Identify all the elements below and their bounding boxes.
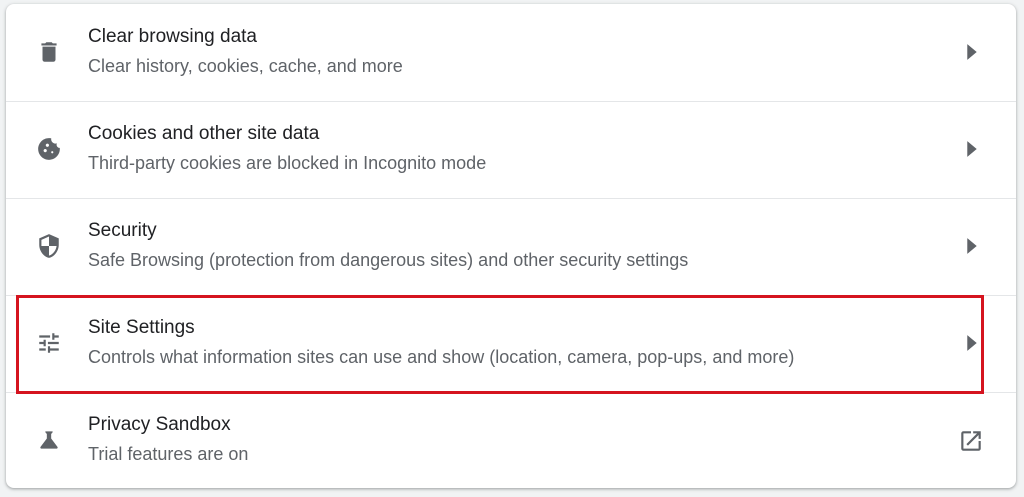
divider — [6, 101, 1016, 102]
row-title: Cookies and other site data — [88, 123, 320, 144]
privacy-sandbox-row[interactable]: Privacy Sandbox Trial features are on — [6, 392, 1016, 488]
cookies-and-site-data-row[interactable]: Cookies and other site data Third-party … — [6, 101, 1016, 198]
chevron-right-icon — [964, 41, 980, 63]
privacy-settings-card: Clear browsing data Clear history, cooki… — [6, 4, 1016, 488]
row-subtitle: Trial features are on — [88, 444, 249, 464]
divider — [6, 295, 1016, 296]
row-subtitle: Safe Browsing (protection from dangerous… — [88, 250, 689, 270]
row-title: Clear browsing data — [88, 26, 257, 47]
cookie-icon — [36, 136, 62, 162]
trash-icon — [36, 39, 62, 65]
divider — [6, 392, 1016, 393]
clear-browsing-data-row[interactable]: Clear browsing data Clear history, cooki… — [6, 4, 1016, 101]
site-settings-row[interactable]: Site Settings Controls what information … — [6, 295, 1016, 392]
row-title: Privacy Sandbox — [88, 414, 231, 435]
row-title: Site Settings — [88, 317, 195, 338]
tune-sliders-icon — [36, 330, 62, 356]
row-subtitle: Third-party cookies are blocked in Incog… — [88, 153, 487, 173]
security-row[interactable]: Security Safe Browsing (protection from … — [6, 198, 1016, 295]
chevron-right-icon — [964, 235, 980, 257]
row-subtitle: Controls what information sites can use … — [88, 347, 795, 367]
divider — [6, 198, 1016, 199]
flask-icon — [36, 427, 62, 453]
chevron-right-icon — [964, 138, 980, 160]
open-in-new-icon[interactable] — [958, 428, 984, 454]
chevron-right-icon — [964, 332, 980, 354]
row-title: Security — [88, 220, 157, 241]
row-subtitle: Clear history, cookies, cache, and more — [88, 56, 403, 76]
shield-icon — [36, 233, 62, 259]
